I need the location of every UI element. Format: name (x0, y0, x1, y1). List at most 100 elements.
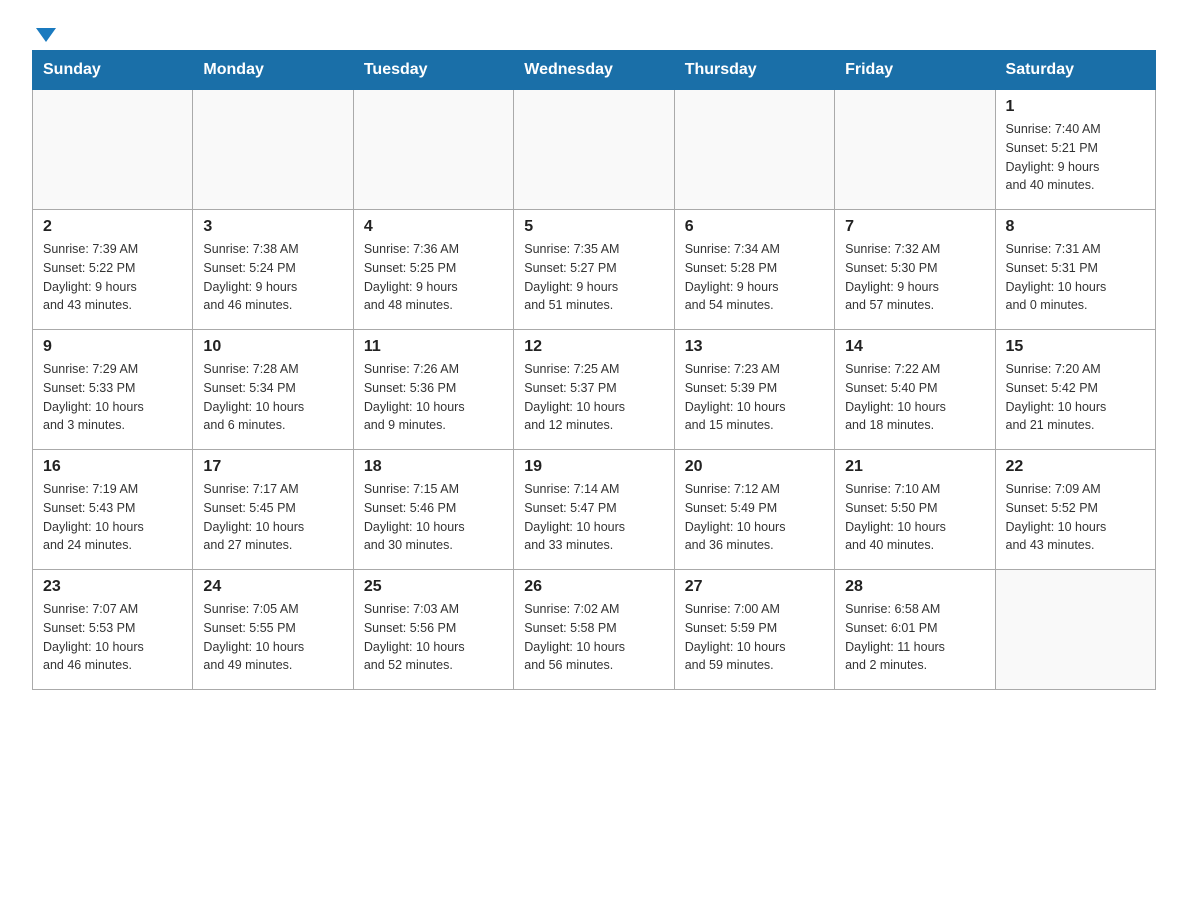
header-friday: Friday (835, 51, 995, 90)
calendar-day-cell: 20 Sunrise: 7:12 AMSunset: 5:49 PMDayligh… (674, 450, 834, 570)
day-info: Sunrise: 7:00 AMSunset: 5:59 PMDaylight:… (685, 600, 824, 675)
calendar-day-cell: 17 Sunrise: 7:17 AMSunset: 5:45 PMDayligh… (193, 450, 353, 570)
calendar-day-cell: 9Sunrise: 7:29 AMSunset: 5:33 PMDaylight… (33, 330, 193, 450)
day-number: 28 (845, 578, 984, 596)
calendar-table: Sunday Monday Tuesday Wednesday Thursday… (32, 50, 1156, 690)
day-info: Sunrise: 6:58 AMSunset: 6:01 PMDaylight:… (845, 600, 984, 675)
day-number: 5 (524, 218, 663, 236)
day-number: 24 (203, 578, 342, 596)
day-number: 14 (845, 338, 984, 356)
calendar-day-cell (835, 90, 995, 210)
day-number: 6 (685, 218, 824, 236)
day-number: 9 (43, 338, 182, 356)
header-thursday: Thursday (674, 51, 834, 90)
calendar-day-cell: 27Sunrise: 7:00 AMSunset: 5:59 PMDayligh… (674, 570, 834, 690)
calendar-day-cell: 13 Sunrise: 7:23 AMSunset: 5:39 PMDayligh… (674, 330, 834, 450)
day-number: 4 (364, 218, 503, 236)
day-number: 7 (845, 218, 984, 236)
calendar-day-cell: 28 Sunrise: 6:58 AMSunset: 6:01 PMDayligh… (835, 570, 995, 690)
calendar-day-cell: 22Sunrise: 7:09 AMSunset: 5:52 PMDayligh… (995, 450, 1155, 570)
calendar-day-cell: 3 Sunrise: 7:38 AMSunset: 5:24 PMDaylight… (193, 210, 353, 330)
day-number: 25 (364, 578, 503, 596)
calendar-day-cell: 18Sunrise: 7:15 AMSunset: 5:46 PMDayligh… (353, 450, 513, 570)
day-info: Sunrise: 7:40 AMSunset: 5:21 PMDaylight:… (1006, 120, 1145, 195)
day-info: Sunrise: 7:20 AMSunset: 5:42 PMDaylight:… (1006, 360, 1145, 435)
calendar-day-cell: 19 Sunrise: 7:14 AMSunset: 5:47 PMDayligh… (514, 450, 674, 570)
day-info: Sunrise: 7:28 AMSunset: 5:34 PMDaylight:… (203, 360, 342, 435)
calendar-day-cell (193, 90, 353, 210)
day-number: 19 (524, 458, 663, 476)
day-info: Sunrise: 7:19 AMSunset: 5:43 PMDaylight:… (43, 480, 182, 555)
calendar-day-cell (353, 90, 513, 210)
day-info: Sunrise: 7:31 AMSunset: 5:31 PMDaylight:… (1006, 240, 1145, 315)
calendar-day-cell: 5Sunrise: 7:35 AMSunset: 5:27 PMDaylight… (514, 210, 674, 330)
header-wednesday: Wednesday (514, 51, 674, 90)
day-info: Sunrise: 7:36 AMSunset: 5:25 PMDaylight:… (364, 240, 503, 315)
calendar-week-row: 9Sunrise: 7:29 AMSunset: 5:33 PMDaylight… (33, 330, 1156, 450)
calendar-day-cell (674, 90, 834, 210)
day-info: Sunrise: 7:22 AMSunset: 5:40 PMDaylight:… (845, 360, 984, 435)
calendar-week-row: 1 Sunrise: 7:40 AMSunset: 5:21 PMDaylight… (33, 90, 1156, 210)
calendar-week-row: 2 Sunrise: 7:39 AMSunset: 5:22 PMDaylight… (33, 210, 1156, 330)
logo-arrow-icon (36, 28, 56, 42)
day-info: Sunrise: 7:10 AMSunset: 5:50 PMDaylight:… (845, 480, 984, 555)
day-number: 16 (43, 458, 182, 476)
calendar-header-row: Sunday Monday Tuesday Wednesday Thursday… (33, 51, 1156, 90)
day-number: 12 (524, 338, 663, 356)
calendar-week-row: 16 Sunrise: 7:19 AMSunset: 5:43 PMDayligh… (33, 450, 1156, 570)
calendar-day-cell: 23 Sunrise: 7:07 AMSunset: 5:53 PMDayligh… (33, 570, 193, 690)
day-number: 26 (524, 578, 663, 596)
calendar-day-cell: 6 Sunrise: 7:34 AMSunset: 5:28 PMDaylight… (674, 210, 834, 330)
day-info: Sunrise: 7:05 AMSunset: 5:55 PMDaylight:… (203, 600, 342, 675)
day-info: Sunrise: 7:25 AMSunset: 5:37 PMDaylight:… (524, 360, 663, 435)
calendar-day-cell: 7 Sunrise: 7:32 AMSunset: 5:30 PMDaylight… (835, 210, 995, 330)
day-info: Sunrise: 7:38 AMSunset: 5:24 PMDaylight:… (203, 240, 342, 315)
day-info: Sunrise: 7:34 AMSunset: 5:28 PMDaylight:… (685, 240, 824, 315)
header-tuesday: Tuesday (353, 51, 513, 90)
day-info: Sunrise: 7:23 AMSunset: 5:39 PMDaylight:… (685, 360, 824, 435)
calendar-day-cell: 15 Sunrise: 7:20 AMSunset: 5:42 PMDayligh… (995, 330, 1155, 450)
day-number: 17 (203, 458, 342, 476)
day-number: 22 (1006, 458, 1145, 476)
day-number: 8 (1006, 218, 1145, 236)
day-info: Sunrise: 7:07 AMSunset: 5:53 PMDaylight:… (43, 600, 182, 675)
day-info: Sunrise: 7:32 AMSunset: 5:30 PMDaylight:… (845, 240, 984, 315)
calendar-day-cell: 4 Sunrise: 7:36 AMSunset: 5:25 PMDaylight… (353, 210, 513, 330)
calendar-day-cell: 24 Sunrise: 7:05 AMSunset: 5:55 PMDayligh… (193, 570, 353, 690)
header-saturday: Saturday (995, 51, 1155, 90)
day-number: 2 (43, 218, 182, 236)
calendar-day-cell: 1 Sunrise: 7:40 AMSunset: 5:21 PMDaylight… (995, 90, 1155, 210)
logo (32, 24, 56, 38)
day-number: 1 (1006, 98, 1145, 116)
calendar-day-cell: 2 Sunrise: 7:39 AMSunset: 5:22 PMDaylight… (33, 210, 193, 330)
day-info: Sunrise: 7:12 AMSunset: 5:49 PMDaylight:… (685, 480, 824, 555)
day-number: 13 (685, 338, 824, 356)
calendar-day-cell (995, 570, 1155, 690)
day-number: 20 (685, 458, 824, 476)
calendar-day-cell: 12 Sunrise: 7:25 AMSunset: 5:37 PMDayligh… (514, 330, 674, 450)
calendar-day-cell: 26 Sunrise: 7:02 AMSunset: 5:58 PMDayligh… (514, 570, 674, 690)
calendar-week-row: 23 Sunrise: 7:07 AMSunset: 5:53 PMDayligh… (33, 570, 1156, 690)
calendar-day-cell: 25 Sunrise: 7:03 AMSunset: 5:56 PMDayligh… (353, 570, 513, 690)
calendar-day-cell (33, 90, 193, 210)
day-info: Sunrise: 7:39 AMSunset: 5:22 PMDaylight:… (43, 240, 182, 315)
day-number: 11 (364, 338, 503, 356)
calendar-day-cell (514, 90, 674, 210)
calendar-day-cell: 8 Sunrise: 7:31 AMSunset: 5:31 PMDaylight… (995, 210, 1155, 330)
day-number: 23 (43, 578, 182, 596)
day-info: Sunrise: 7:03 AMSunset: 5:56 PMDaylight:… (364, 600, 503, 675)
day-number: 10 (203, 338, 342, 356)
day-number: 15 (1006, 338, 1145, 356)
header-monday: Monday (193, 51, 353, 90)
calendar-day-cell: 14 Sunrise: 7:22 AMSunset: 5:40 PMDayligh… (835, 330, 995, 450)
calendar-day-cell: 10 Sunrise: 7:28 AMSunset: 5:34 PMDayligh… (193, 330, 353, 450)
day-number: 3 (203, 218, 342, 236)
day-info: Sunrise: 7:02 AMSunset: 5:58 PMDaylight:… (524, 600, 663, 675)
day-info: Sunrise: 7:14 AMSunset: 5:47 PMDaylight:… (524, 480, 663, 555)
page-header (32, 24, 1156, 38)
day-info: Sunrise: 7:15 AMSunset: 5:46 PMDaylight:… (364, 480, 503, 555)
header-sunday: Sunday (33, 51, 193, 90)
logo-general-text (32, 24, 56, 42)
day-info: Sunrise: 7:26 AMSunset: 5:36 PMDaylight:… (364, 360, 503, 435)
day-info: Sunrise: 7:17 AMSunset: 5:45 PMDaylight:… (203, 480, 342, 555)
